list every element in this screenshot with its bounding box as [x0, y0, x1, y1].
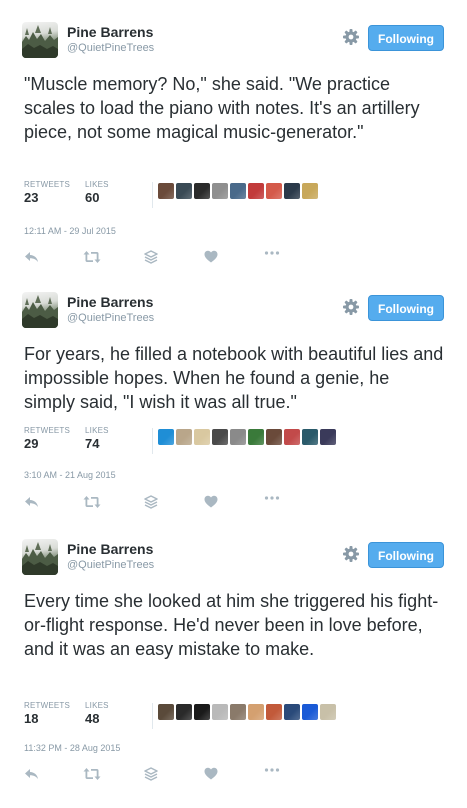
liker-avatar[interactable]	[302, 183, 318, 199]
heart-icon[interactable]	[204, 250, 222, 266]
retweets-count: 29	[24, 436, 39, 451]
retweets-stat[interactable]: RETWEETS 18	[24, 701, 70, 726]
stats-divider	[152, 428, 153, 454]
gear-icon[interactable]	[342, 545, 360, 563]
heart-icon[interactable]	[204, 495, 222, 511]
retweet-icon[interactable]	[83, 250, 101, 266]
liker-avatar[interactable]	[212, 704, 228, 720]
gear-icon[interactable]	[342, 28, 360, 46]
gear-icon[interactable]	[342, 298, 360, 316]
layers-icon[interactable]	[144, 250, 162, 266]
reply-icon[interactable]	[24, 250, 42, 266]
stats-divider	[152, 182, 153, 208]
more-dots-icon[interactable]	[264, 767, 282, 783]
liker-avatar[interactable]	[158, 183, 174, 199]
liker-avatar[interactable]	[212, 183, 228, 199]
following-button[interactable]: Following	[368, 542, 444, 568]
likes-label: LIKES	[85, 180, 109, 189]
tweet-actions	[24, 495, 324, 513]
tweet-stats: RETWEETS 23 LIKES 60	[24, 180, 444, 214]
retweets-count: 23	[24, 190, 39, 205]
liker-avatar[interactable]	[284, 429, 300, 445]
liker-avatar[interactable]	[194, 429, 210, 445]
tweet-actions	[24, 250, 324, 268]
retweets-label: RETWEETS	[24, 426, 71, 435]
reply-icon[interactable]	[24, 495, 42, 511]
liker-avatar[interactable]	[194, 704, 210, 720]
user-handle[interactable]: @QuietPineTrees	[67, 559, 154, 571]
liker-avatar[interactable]	[230, 429, 246, 445]
liker-avatar[interactable]	[248, 183, 264, 199]
tweet-text: "Muscle memory? No," she said. "We pract…	[24, 74, 420, 142]
likes-stat[interactable]: LIKES 74	[85, 426, 109, 451]
following-button[interactable]: Following	[368, 25, 444, 51]
liker-avatar[interactable]	[158, 704, 174, 720]
tweet-timestamp[interactable]: 3:10 AM - 21 Aug 2015	[24, 470, 116, 480]
stats-divider	[152, 703, 153, 729]
liker-avatars	[158, 704, 336, 722]
liker-avatar[interactable]	[302, 704, 318, 720]
display-name[interactable]: Pine Barrens	[67, 294, 153, 310]
liker-avatar[interactable]	[248, 429, 264, 445]
likes-count: 74	[85, 436, 100, 451]
liker-avatar[interactable]	[320, 429, 336, 445]
reply-icon[interactable]	[24, 767, 42, 783]
likes-label: LIKES	[85, 701, 109, 710]
likes-stat[interactable]: LIKES 60	[85, 180, 109, 205]
liker-avatars	[158, 183, 318, 201]
more-dots-icon[interactable]	[264, 250, 282, 266]
tweet-timestamp[interactable]: 11:32 PM - 28 Aug 2015	[24, 743, 120, 753]
tweet-stats: RETWEETS 18 LIKES 48	[24, 701, 444, 735]
tweet-text: For years, he filled a notebook with bea…	[24, 344, 444, 412]
liker-avatar[interactable]	[302, 429, 318, 445]
liker-avatar[interactable]	[176, 183, 192, 199]
retweets-stat[interactable]: RETWEETS 23	[24, 180, 70, 205]
liker-avatar[interactable]	[230, 183, 246, 199]
display-name[interactable]: Pine Barrens	[67, 541, 153, 557]
retweets-label: RETWEETS	[24, 701, 71, 710]
retweets-label: RETWEETS	[24, 180, 71, 189]
liker-avatar[interactable]	[284, 183, 300, 199]
liker-avatar[interactable]	[320, 704, 336, 720]
more-dots-icon[interactable]	[264, 495, 282, 511]
likes-count: 48	[85, 711, 100, 726]
liker-avatar[interactable]	[176, 704, 192, 720]
tweet-text: Every time she looked at him she trigger…	[24, 591, 439, 659]
liker-avatar[interactable]	[266, 429, 282, 445]
tweet-card: Pine Barrens @QuietPineTrees Following E…	[0, 517, 467, 781]
tweet-actions	[24, 767, 324, 785]
tweet-card: Pine Barrens @QuietPineTrees Following "…	[0, 0, 467, 264]
retweet-icon[interactable]	[83, 767, 101, 783]
tweet-card: Pine Barrens @QuietPineTrees Following F…	[0, 270, 467, 522]
likes-label: LIKES	[85, 426, 109, 435]
likes-count: 60	[85, 190, 100, 205]
retweets-stat[interactable]: RETWEETS 29	[24, 426, 70, 451]
liker-avatars	[158, 429, 336, 447]
following-button[interactable]: Following	[368, 295, 444, 321]
tweet-timestamp[interactable]: 12:11 AM - 29 Jul 2015	[24, 226, 116, 236]
user-handle[interactable]: @QuietPineTrees	[67, 312, 154, 324]
profile-avatar[interactable]	[22, 22, 58, 58]
liker-avatar[interactable]	[212, 429, 228, 445]
tweet-stats: RETWEETS 29 LIKES 74	[24, 426, 444, 460]
layers-icon[interactable]	[144, 495, 162, 511]
liker-avatar[interactable]	[176, 429, 192, 445]
liker-avatar[interactable]	[230, 704, 246, 720]
liker-avatar[interactable]	[284, 704, 300, 720]
retweets-count: 18	[24, 711, 39, 726]
liker-avatar[interactable]	[248, 704, 264, 720]
retweet-icon[interactable]	[83, 495, 101, 511]
profile-avatar[interactable]	[22, 292, 58, 328]
profile-avatar[interactable]	[22, 539, 58, 575]
liker-avatar[interactable]	[266, 183, 282, 199]
liker-avatar[interactable]	[158, 429, 174, 445]
heart-icon[interactable]	[204, 767, 222, 783]
liker-avatar[interactable]	[194, 183, 210, 199]
user-handle[interactable]: @QuietPineTrees	[67, 42, 154, 54]
display-name[interactable]: Pine Barrens	[67, 24, 153, 40]
liker-avatar[interactable]	[266, 704, 282, 720]
layers-icon[interactable]	[144, 767, 162, 783]
likes-stat[interactable]: LIKES 48	[85, 701, 109, 726]
